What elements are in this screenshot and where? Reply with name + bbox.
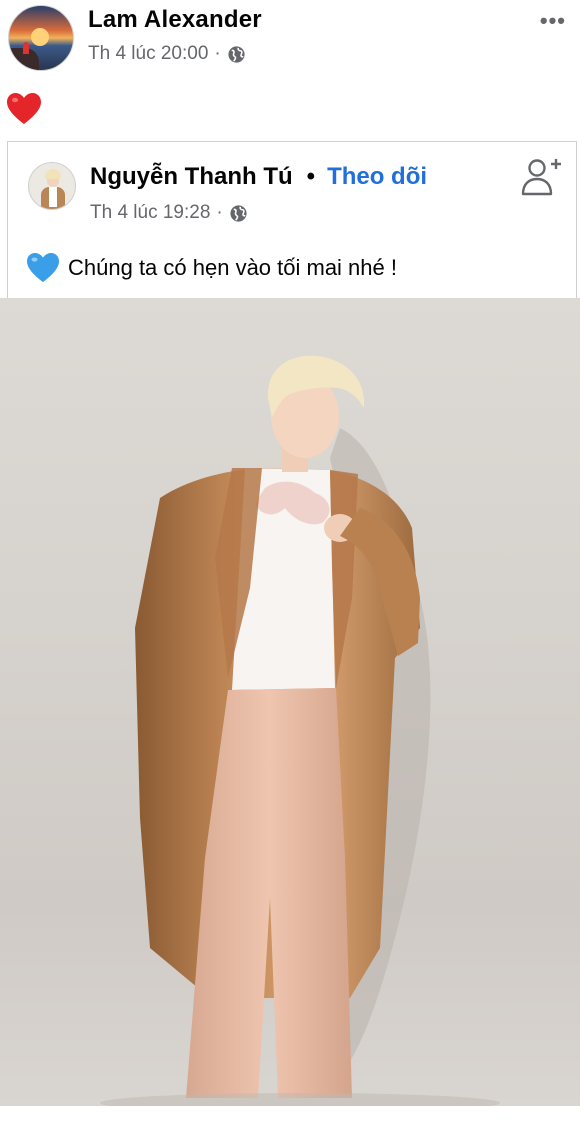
bottom-strip [0, 1106, 580, 1126]
globe-icon[interactable] [227, 45, 246, 64]
photo-illustration [100, 355, 500, 1106]
avatar-shirt [49, 187, 57, 207]
floor-shadow [100, 1093, 500, 1106]
name-separator: • [306, 163, 316, 190]
globe-icon[interactable] [229, 204, 248, 223]
shared-meta-separator: · [216, 202, 223, 223]
meta-separator: · [214, 43, 221, 64]
shared-timestamp[interactable]: Th 4 lúc 19:28 [90, 202, 210, 224]
shared-author-name[interactable]: Nguyễn Thanh Tú [90, 163, 293, 191]
author-name[interactable]: Lam Alexander [88, 6, 262, 34]
more-horizontal-icon[interactable]: ••• [540, 8, 566, 34]
post-photo[interactable] [0, 298, 580, 1106]
shared-post-message: Chúng ta có hẹn vào tối mai nhé ! [68, 255, 397, 280]
author-avatar[interactable] [8, 5, 74, 71]
shared-author-avatar[interactable] [28, 162, 76, 210]
shared-meta: Th 4 lúc 19:28 · [90, 202, 248, 224]
avatar-hair [45, 169, 61, 179]
avatar-figure [23, 42, 29, 54]
post-timestamp[interactable]: Th 4 lúc 20:00 [88, 43, 208, 65]
shared-name-row: Nguyễn Thanh Tú • Theo dõi [90, 163, 427, 191]
post-meta: Th 4 lúc 20:00 · [88, 43, 246, 65]
blue-heart-icon [27, 252, 59, 283]
follow-button[interactable]: Theo dõi [327, 163, 427, 191]
add-friend-icon[interactable] [520, 156, 562, 198]
avatar-sun [31, 28, 49, 46]
post-header: Lam Alexander Th 4 lúc 20:00 · ••• [0, 0, 580, 80]
shared-post-card[interactable]: Nguyễn Thanh Tú • Theo dõi Th 4 lúc 19:2… [7, 141, 577, 301]
red-heart-icon [7, 93, 41, 124]
shared-post-text: Chúng ta có hẹn vào tối mai nhé ! [26, 252, 397, 284]
